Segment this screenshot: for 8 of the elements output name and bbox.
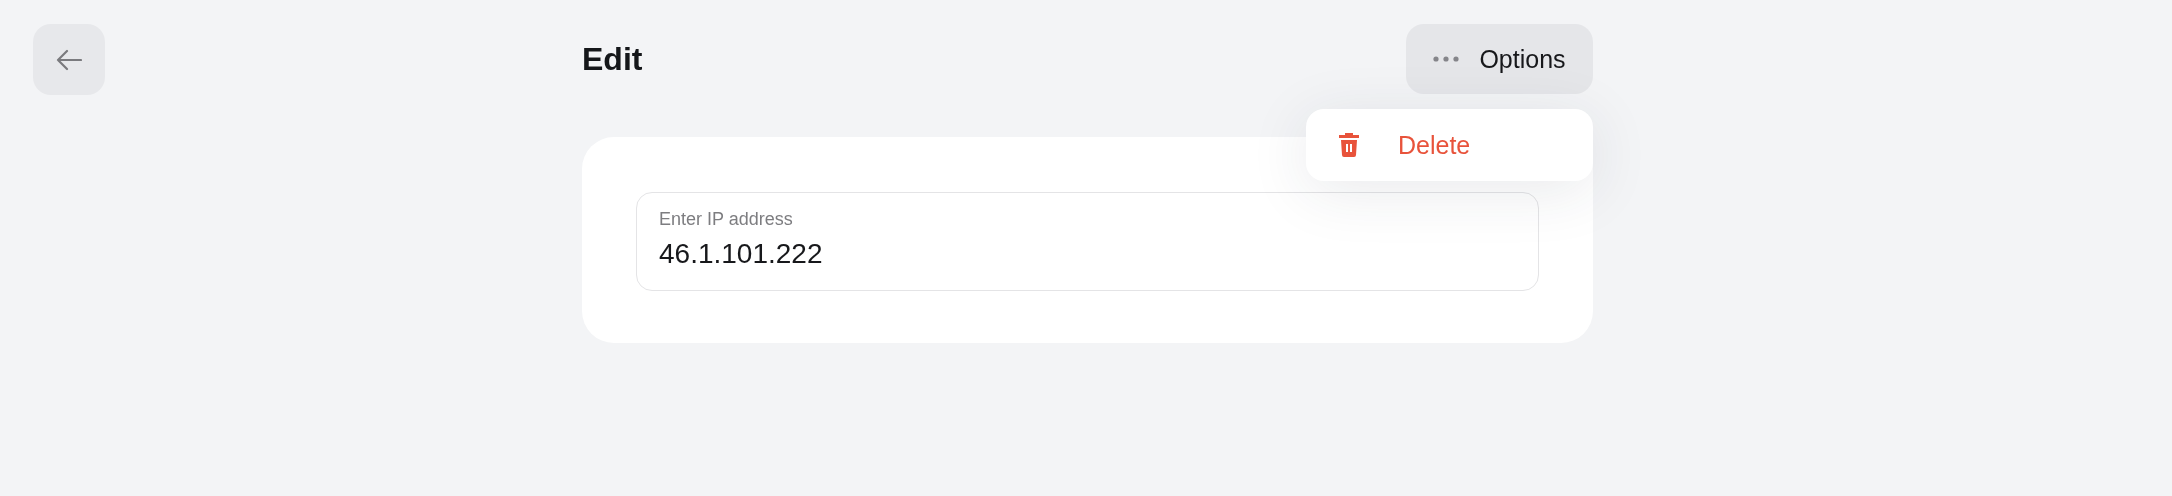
- menu-item[interactable]: Delete: [1306, 109, 1593, 181]
- back-button[interactable]: [33, 24, 105, 95]
- more-icon: [1433, 56, 1460, 62]
- options-button[interactable]: Options: [1406, 24, 1593, 94]
- page-title: Edit: [582, 40, 643, 78]
- trash-icon: [1338, 132, 1360, 158]
- field-label: Enter IP address: [659, 209, 793, 230]
- left-arrow-icon: [56, 48, 82, 71]
